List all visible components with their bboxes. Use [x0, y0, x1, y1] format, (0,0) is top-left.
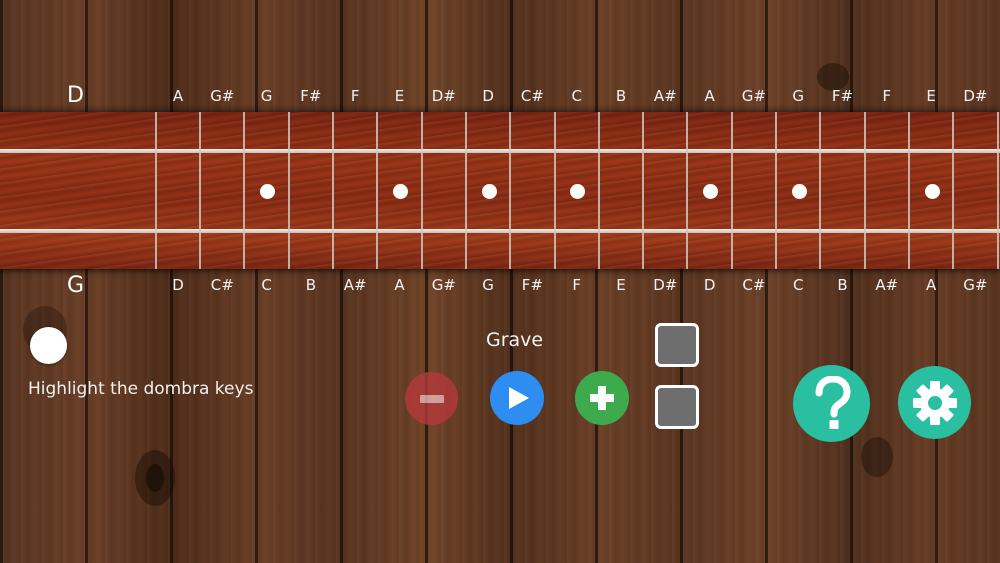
fret — [996, 112, 999, 269]
square-button-bottom[interactable] — [655, 385, 699, 429]
fret — [553, 112, 556, 269]
note-label: F# — [300, 87, 322, 105]
note-label: D# — [431, 87, 456, 105]
note-label: E — [394, 87, 405, 105]
note-label: C# — [742, 276, 766, 294]
top-string[interactable] — [0, 149, 1000, 153]
play-button[interactable] — [490, 371, 544, 425]
note-label: C — [792, 276, 804, 294]
note-label: A# — [875, 276, 899, 294]
note-label: C# — [210, 276, 234, 294]
highlight-keys-toggle[interactable] — [30, 327, 67, 364]
highlight-keys-label: Highlight the dombra keys — [28, 379, 254, 399]
note-label: B — [305, 276, 317, 294]
fret — [420, 112, 423, 269]
fret-marker-dot — [393, 184, 408, 199]
play-icon — [509, 387, 529, 409]
plus-icon — [590, 386, 614, 410]
bottom-string-label: G — [67, 273, 85, 298]
fret-marker-dot — [703, 184, 719, 199]
note-label: C — [571, 87, 582, 105]
note-label: A# — [653, 87, 677, 105]
fret — [819, 112, 822, 269]
note-label: A — [172, 87, 184, 105]
note-label: G — [482, 276, 494, 294]
note-label: D# — [963, 87, 988, 105]
note-label: G — [260, 87, 273, 105]
fret-marker-dot — [260, 184, 276, 199]
note-label: F — [350, 87, 360, 105]
note-label: A — [704, 87, 715, 105]
fret — [243, 112, 246, 269]
note-label: F — [572, 276, 581, 294]
top-string-label: D — [67, 83, 84, 108]
fret-marker-dot — [924, 184, 940, 199]
note-label: G# — [210, 87, 235, 105]
note-label: G# — [963, 276, 988, 294]
bottom-string[interactable] — [0, 229, 1000, 233]
note-label: D# — [653, 276, 678, 294]
help-button[interactable] — [793, 365, 870, 442]
fret — [597, 112, 600, 269]
note-label: D — [482, 87, 494, 105]
note-label: B — [837, 276, 848, 294]
note-label: G# — [431, 276, 456, 294]
tempo-label: Grave — [486, 329, 544, 351]
fret-marker-dot — [791, 184, 807, 199]
note-label: A# — [343, 276, 367, 294]
question-mark-icon — [815, 375, 851, 429]
fret — [509, 112, 512, 269]
fret — [730, 112, 733, 269]
fret — [775, 112, 778, 269]
fret — [199, 112, 202, 269]
fret — [464, 112, 467, 269]
note-label: C — [261, 276, 272, 294]
fret — [952, 112, 955, 269]
fret — [376, 112, 379, 269]
fret — [287, 112, 290, 269]
note-label: G — [792, 87, 804, 105]
note-label: F — [882, 87, 892, 105]
note-label: E — [926, 87, 936, 105]
gear-icon — [912, 380, 957, 425]
note-label: A — [925, 276, 937, 294]
fret — [642, 112, 645, 269]
note-label: F# — [831, 87, 854, 105]
fret — [907, 112, 910, 269]
note-label: B — [615, 87, 627, 105]
note-label: D — [703, 276, 716, 294]
fret — [332, 112, 335, 269]
fret-marker-dot — [481, 184, 497, 199]
note-label: A — [394, 276, 405, 294]
note-label: F# — [521, 276, 543, 294]
note-label: D — [172, 276, 184, 294]
note-label: C# — [520, 87, 544, 105]
fret-marker-dot — [570, 184, 586, 199]
square-button-top[interactable] — [655, 323, 699, 367]
fret — [863, 112, 866, 269]
settings-button[interactable] — [898, 366, 971, 439]
tempo-increase-button[interactable] — [575, 371, 629, 425]
fret — [154, 112, 157, 269]
tempo-decrease-button[interactable] — [405, 372, 458, 425]
note-label: E — [616, 276, 626, 294]
fret — [686, 112, 689, 269]
note-label: G# — [741, 87, 766, 105]
fretboard[interactable] — [0, 112, 1000, 269]
minus-icon — [419, 394, 444, 403]
